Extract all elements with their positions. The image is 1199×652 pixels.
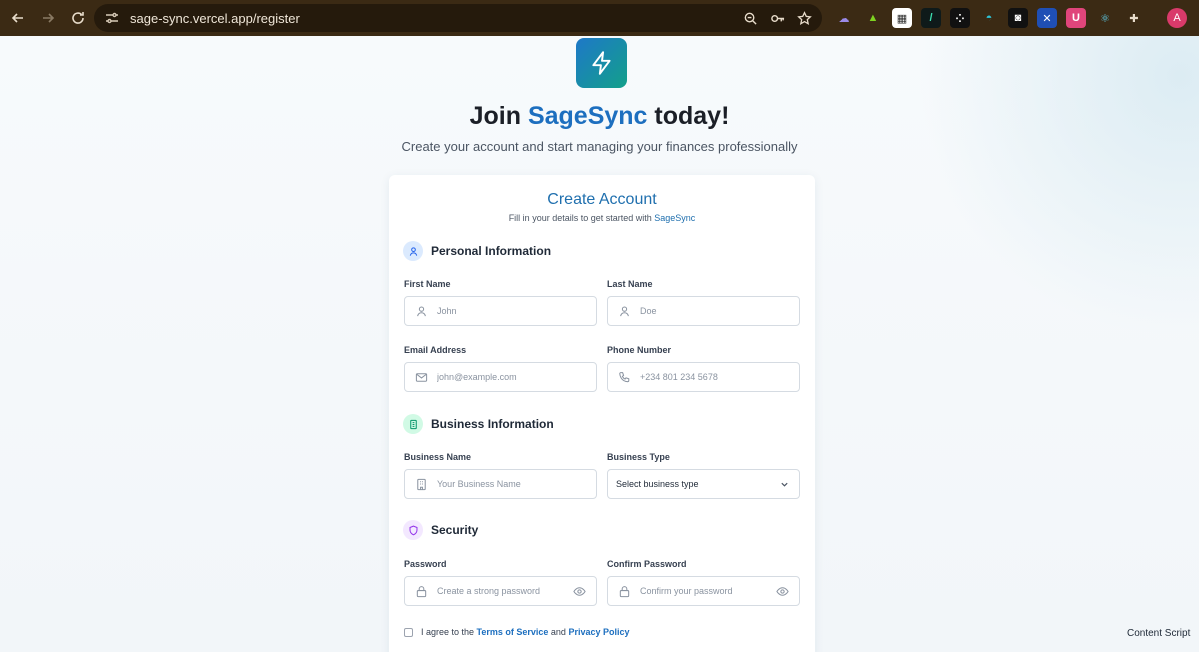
address-bar[interactable]: sage-sync.vercel.app/register	[94, 4, 822, 32]
profile-avatar[interactable]: A	[1167, 8, 1187, 28]
lightning-icon	[591, 51, 611, 75]
extension-chart-icon[interactable]: ▲	[863, 8, 883, 28]
first-name-input[interactable]	[437, 306, 567, 316]
user-icon	[415, 304, 429, 318]
phone-icon	[618, 370, 632, 384]
url-text: sage-sync.vercel.app/register	[130, 10, 300, 26]
building-icon	[403, 414, 423, 434]
title-suffix: today!	[647, 102, 730, 130]
business-type-select[interactable]: Select business type	[607, 469, 800, 499]
extensions-puzzle-icon[interactable]: ✚	[1124, 8, 1144, 28]
title-prefix: Join	[469, 102, 528, 130]
card-subtitle: Fill in your details to get started with…	[389, 213, 815, 223]
eye-icon[interactable]	[573, 585, 586, 598]
arrow-left-icon	[11, 13, 23, 23]
terms-checkbox[interactable]	[404, 627, 413, 637]
business-type-value: Select business type	[616, 479, 699, 489]
browser-toolbar: sage-sync.vercel.app/register ☁ ▲ ▦ / ⁘ …	[0, 0, 1199, 36]
first-name-field[interactable]	[404, 296, 597, 326]
last-name-input[interactable]	[640, 306, 770, 316]
section-business: Business Information	[403, 414, 554, 434]
password-input[interactable]	[437, 586, 567, 596]
extension-react-icon[interactable]: ⚛	[1095, 8, 1115, 28]
back-button[interactable]	[4, 4, 32, 32]
user-icon	[403, 241, 423, 261]
section-title: Personal Information	[431, 244, 552, 258]
password-field[interactable]	[404, 576, 597, 606]
confirm-password-input[interactable]	[640, 586, 770, 596]
site-settings-icon[interactable]	[104, 10, 120, 26]
terms-and: and	[548, 627, 569, 637]
card-title: Create Account	[547, 191, 657, 208]
business-name-label: Business Name	[404, 452, 472, 462]
register-page: Join SageSync today! Create your account…	[0, 36, 1199, 652]
extension-dots-icon[interactable]: ⁘	[950, 8, 970, 28]
email-label: Email Address	[404, 345, 467, 355]
confirm-password-label: Confirm Password	[607, 559, 687, 569]
privacy-policy-link[interactable]: Privacy Policy	[568, 627, 629, 637]
page-subtitle: Create your account and start managing y…	[401, 139, 798, 154]
phone-field[interactable]	[607, 362, 800, 392]
user-icon	[618, 304, 632, 318]
key-icon[interactable]	[770, 11, 785, 26]
extension-grid-icon[interactable]: ▦	[892, 8, 912, 28]
business-name-input[interactable]	[437, 479, 567, 489]
extension-robot-icon[interactable]: ◙	[1008, 8, 1028, 28]
extension-wave-icon[interactable]: ◓	[979, 8, 999, 28]
section-title: Security	[431, 523, 479, 537]
section-security: Security	[403, 520, 478, 540]
extension-terminal-icon[interactable]: /	[921, 8, 941, 28]
phone-label: Phone Number	[607, 345, 672, 355]
lock-icon	[415, 584, 429, 598]
email-input[interactable]	[437, 372, 567, 382]
forward-button[interactable]	[34, 4, 62, 32]
business-type-label: Business Type	[607, 452, 670, 462]
extension-x-icon[interactable]: ✕	[1037, 8, 1057, 28]
reload-button[interactable]	[64, 4, 92, 32]
extension-cloud-icon[interactable]: ☁	[834, 8, 854, 28]
reload-icon	[72, 12, 84, 24]
section-personal: Personal Information	[403, 241, 551, 261]
register-card: Create Account Fill in your details to g…	[389, 175, 815, 652]
terms-of-service-link[interactable]: Terms of Service	[477, 627, 549, 637]
terms-agreement: I agree to the Terms of Service and Priv…	[404, 627, 630, 637]
mail-icon	[415, 370, 429, 384]
title-brand: SageSync	[527, 102, 648, 130]
terms-text: I agree to the Terms of Service and Priv…	[421, 627, 630, 637]
email-field[interactable]	[404, 362, 597, 392]
terms-prefix: I agree to the	[421, 627, 477, 637]
app-logo	[576, 38, 627, 88]
zoom-icon[interactable]	[743, 11, 758, 26]
business-name-field[interactable]	[404, 469, 597, 499]
first-name-label: First Name	[404, 279, 451, 289]
card-subtitle-brand: SageSync	[654, 213, 696, 223]
page-title: Join SageSync today!	[0, 102, 1199, 131]
last-name-label: Last Name	[607, 279, 653, 289]
chevron-down-icon	[781, 482, 788, 487]
extensions-bar: ☁ ▲ ▦ / ⁘ ◓ ◙ ✕ U ⚛ ✚ A	[834, 0, 1187, 36]
password-label: Password	[404, 559, 447, 569]
building-icon	[415, 477, 429, 491]
phone-input[interactable]	[640, 372, 770, 382]
lock-icon	[618, 584, 632, 598]
eye-icon[interactable]	[776, 585, 789, 598]
arrow-right-icon	[43, 13, 55, 23]
last-name-field[interactable]	[607, 296, 800, 326]
shield-icon	[403, 520, 423, 540]
content-script-label: Content Script	[1127, 628, 1191, 639]
confirm-password-field[interactable]	[607, 576, 800, 606]
extension-shield-icon[interactable]: U	[1066, 8, 1086, 28]
card-subtitle-prefix: Fill in your details to get started with	[508, 213, 655, 223]
section-title: Business Information	[431, 417, 554, 431]
star-icon[interactable]	[797, 10, 812, 26]
